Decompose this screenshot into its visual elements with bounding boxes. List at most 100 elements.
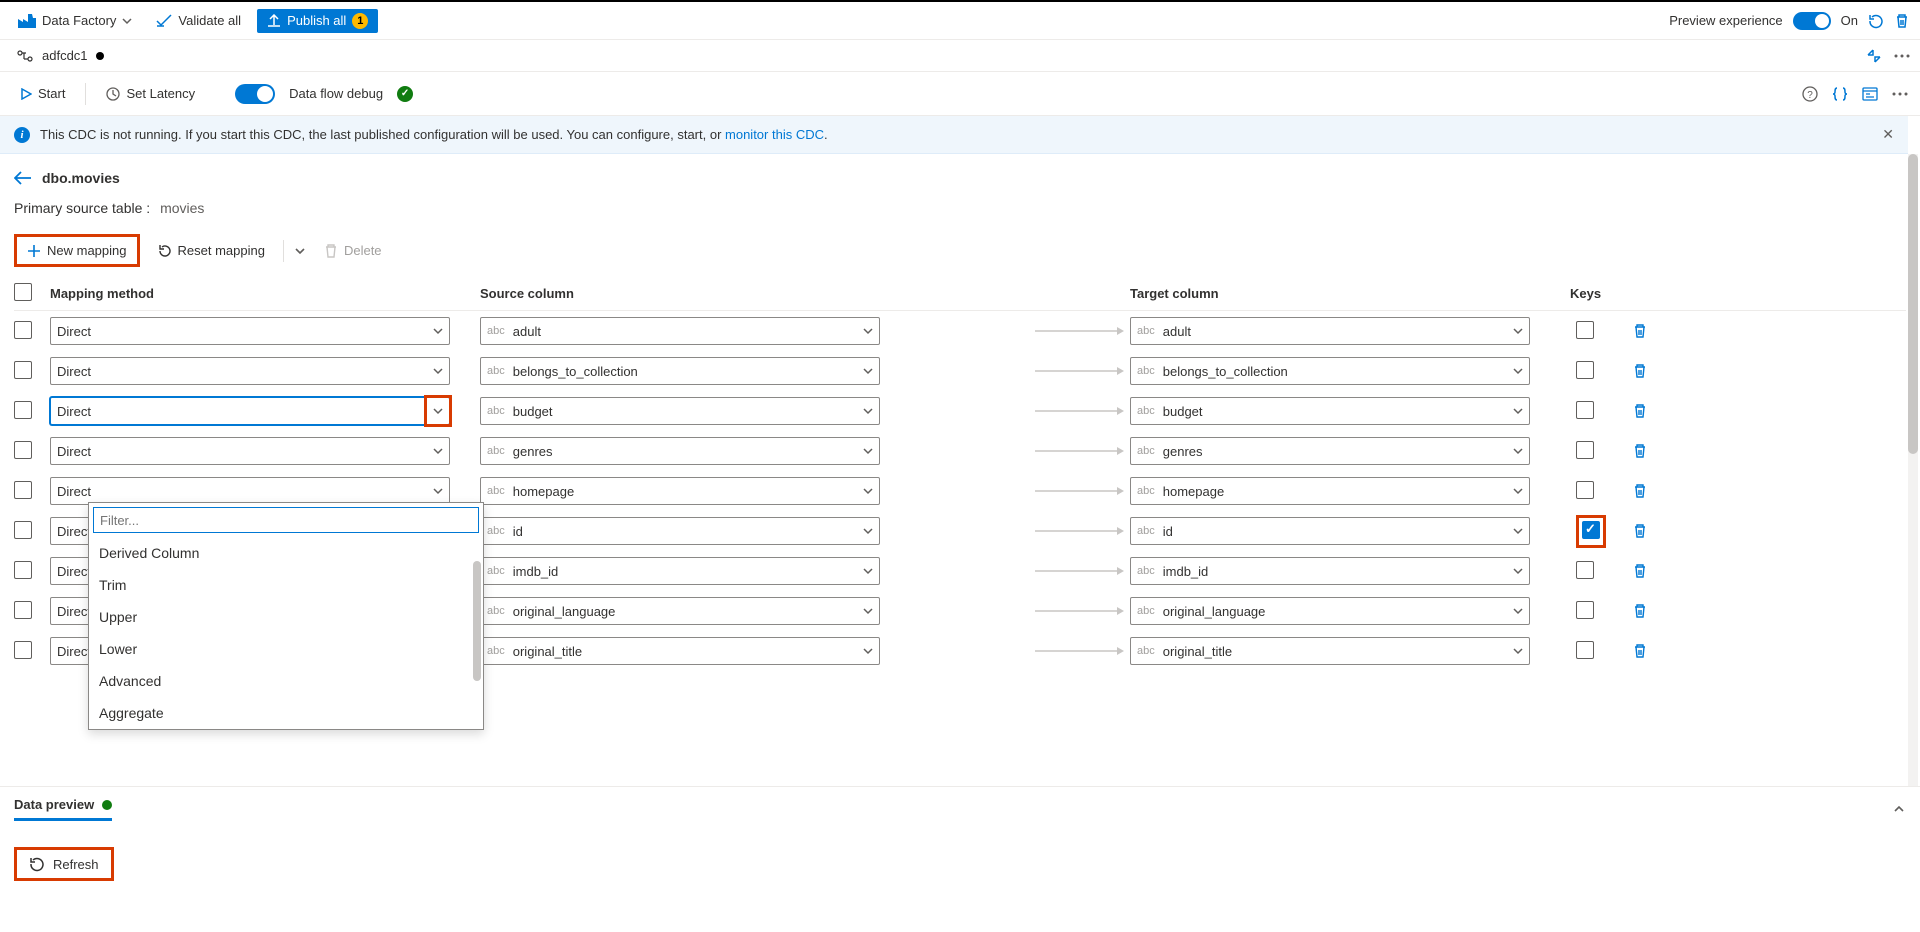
validate-all-label: Validate all: [178, 13, 241, 28]
dropdown-option[interactable]: Aggregate: [89, 697, 483, 729]
preview-experience-toggle[interactable]: [1793, 12, 1831, 30]
delete-row-icon[interactable]: [1633, 524, 1647, 538]
delete-row-icon[interactable]: [1633, 484, 1647, 498]
back-icon[interactable]: [14, 171, 32, 185]
source-column-dropdown[interactable]: abcbudget: [480, 397, 880, 425]
dropdown-option[interactable]: Derived Column: [89, 537, 483, 569]
debug-toggle[interactable]: [235, 84, 275, 104]
key-checkbox[interactable]: [1576, 481, 1594, 499]
target-column-dropdown[interactable]: abcimdb_id: [1130, 557, 1530, 585]
refresh-icon[interactable]: [1868, 13, 1884, 29]
source-column-dropdown[interactable]: abcid: [480, 517, 880, 545]
key-checkbox[interactable]: [1576, 441, 1594, 459]
discard-icon[interactable]: [1894, 13, 1910, 29]
source-column-dropdown[interactable]: abchomepage: [480, 477, 880, 505]
collapse-icon[interactable]: [1866, 48, 1882, 64]
factory-label: Data Factory: [42, 13, 116, 28]
type-icon: abc: [1137, 605, 1155, 617]
delete-row-icon[interactable]: [1633, 564, 1647, 578]
chevron-down-icon: [433, 486, 443, 496]
type-icon: abc: [1137, 525, 1155, 537]
method-dropdown-menu[interactable]: Derived ColumnTrimUpperLowerAdvancedAggr…: [88, 502, 484, 730]
dropdown-option[interactable]: Trim: [89, 569, 483, 601]
target-column-dropdown[interactable]: abcbudget: [1130, 397, 1530, 425]
data-preview-tab[interactable]: Data preview: [14, 797, 112, 821]
source-column-dropdown[interactable]: abcgenres: [480, 437, 880, 465]
chevron-down-icon: [1513, 566, 1523, 576]
code-icon[interactable]: [1862, 86, 1878, 102]
type-icon: abc: [1137, 405, 1155, 417]
dropdown-option[interactable]: Upper: [89, 601, 483, 633]
factory-switcher[interactable]: Data Factory: [10, 9, 140, 32]
source-column-dropdown[interactable]: abcimdb_id: [480, 557, 880, 585]
delete-row-icon[interactable]: [1633, 404, 1647, 418]
mapping-method-dropdown[interactable]: Direct: [50, 397, 450, 425]
key-checkbox[interactable]: [1582, 521, 1600, 539]
refresh-button[interactable]: Refresh: [17, 850, 111, 878]
dropdown-option[interactable]: Advanced: [89, 665, 483, 697]
delete-row-icon[interactable]: [1633, 364, 1647, 378]
mapping-method-value: Direct: [57, 324, 91, 339]
banner-link[interactable]: monitor this CDC: [725, 127, 824, 142]
info-banner: i This CDC is not running. If you start …: [0, 116, 1908, 154]
type-icon: abc: [1137, 645, 1155, 657]
mapping-toolbar: New mapping Reset mapping Delete: [14, 234, 1906, 267]
target-column-dropdown[interactable]: abcgenres: [1130, 437, 1530, 465]
chevron-down-icon: [1513, 486, 1523, 496]
new-mapping-button[interactable]: New mapping: [19, 239, 135, 262]
key-checkbox[interactable]: [1576, 641, 1594, 659]
target-column-dropdown[interactable]: abcoriginal_title: [1130, 637, 1530, 665]
delete-row-icon[interactable]: [1633, 444, 1647, 458]
banner-text: This CDC is not running. If you start th…: [40, 127, 828, 142]
help-icon[interactable]: ?: [1802, 86, 1818, 102]
row-checkbox[interactable]: [14, 321, 32, 339]
key-checkbox[interactable]: [1576, 361, 1594, 379]
dropdown-scrollbar[interactable]: [473, 561, 481, 727]
row-checkbox[interactable]: [14, 641, 32, 659]
dropdown-filter-input[interactable]: [93, 507, 479, 533]
delete-row-icon[interactable]: [1633, 644, 1647, 658]
key-checkbox[interactable]: [1576, 601, 1594, 619]
close-icon[interactable]: ✕: [1882, 126, 1894, 143]
target-column-dropdown[interactable]: abchomepage: [1130, 477, 1530, 505]
overflow-icon[interactable]: [1892, 86, 1908, 102]
validate-all-button[interactable]: Validate all: [148, 9, 249, 32]
target-column-dropdown[interactable]: abcadult: [1130, 317, 1530, 345]
delete-row-icon[interactable]: [1633, 604, 1647, 618]
more-icon[interactable]: [1894, 48, 1910, 64]
row-checkbox[interactable]: [14, 481, 32, 499]
row-checkbox[interactable]: [14, 521, 32, 539]
target-column-dropdown[interactable]: abcoriginal_language: [1130, 597, 1530, 625]
row-checkbox[interactable]: [14, 441, 32, 459]
tab-adfcdc1[interactable]: adfcdc1: [10, 48, 110, 63]
key-checkbox[interactable]: [1576, 321, 1594, 339]
set-latency-button[interactable]: Set Latency: [98, 82, 203, 105]
mapping-method-dropdown[interactable]: Direct: [50, 437, 450, 465]
start-button[interactable]: Start: [12, 82, 73, 105]
target-column-dropdown[interactable]: abcbelongs_to_collection: [1130, 357, 1530, 385]
source-column-dropdown[interactable]: abcadult: [480, 317, 880, 345]
row-checkbox[interactable]: [14, 401, 32, 419]
row-checkbox[interactable]: [14, 601, 32, 619]
source-column-dropdown[interactable]: abcbelongs_to_collection: [480, 357, 880, 385]
source-column-dropdown[interactable]: abcoriginal_language: [480, 597, 880, 625]
mapping-method-dropdown[interactable]: Direct: [50, 357, 450, 385]
chevron-down-icon: [433, 366, 443, 376]
dropdown-option[interactable]: Lower: [89, 633, 483, 665]
row-checkbox[interactable]: [14, 361, 32, 379]
key-checkbox[interactable]: [1576, 401, 1594, 419]
delete-row-icon[interactable]: [1633, 324, 1647, 338]
chevron-down-icon[interactable]: [294, 245, 306, 257]
expand-icon[interactable]: [1892, 802, 1906, 816]
mapping-method-dropdown[interactable]: Direct: [50, 317, 450, 345]
publish-all-button[interactable]: Publish all 1: [257, 9, 378, 33]
select-all-checkbox[interactable]: [14, 283, 32, 301]
target-column-dropdown[interactable]: abcid: [1130, 517, 1530, 545]
mapping-method-dropdown[interactable]: Direct: [50, 477, 450, 505]
key-checkbox[interactable]: [1576, 561, 1594, 579]
source-column-dropdown[interactable]: abcoriginal_title: [480, 637, 880, 665]
data-preview-label: Data preview: [14, 797, 94, 812]
row-checkbox[interactable]: [14, 561, 32, 579]
reset-mapping-button[interactable]: Reset mapping: [150, 239, 273, 262]
json-braces-icon[interactable]: [1832, 86, 1848, 102]
